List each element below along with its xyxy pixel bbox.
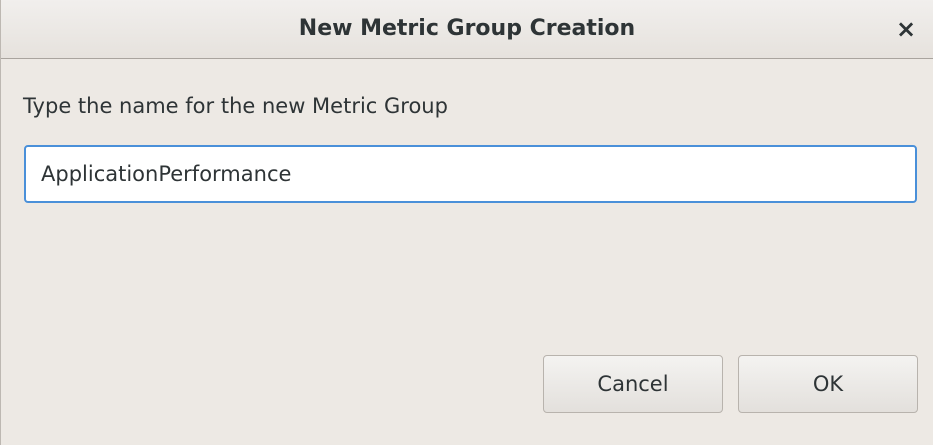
metric-group-dialog: New Metric Group Creation × Type the nam… (0, 0, 933, 445)
metric-group-name-input[interactable] (24, 145, 917, 203)
dialog-title: New Metric Group Creation (298, 16, 636, 41)
close-icon[interactable]: × (891, 14, 921, 44)
dialog-titlebar: New Metric Group Creation × (1, 0, 933, 59)
ok-button[interactable]: OK (738, 355, 918, 413)
name-prompt-label: Type the name for the new Metric Group (23, 94, 448, 118)
cancel-button[interactable]: Cancel (543, 355, 723, 413)
